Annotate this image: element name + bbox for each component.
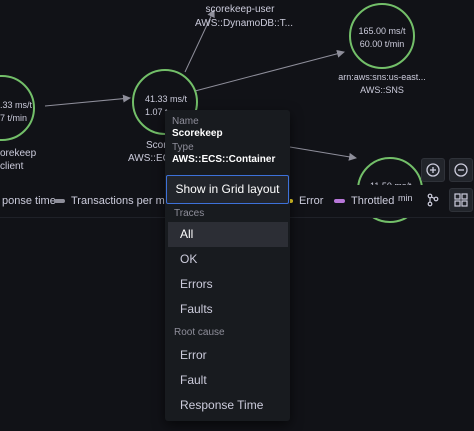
node-sns-latency: 165.00 ms/t bbox=[358, 26, 406, 36]
zoom-out-icon bbox=[454, 163, 468, 177]
zoom-out-button[interactable] bbox=[449, 158, 473, 182]
node-sns-stats[interactable]: 165.00 ms/t 60.00 t/min bbox=[346, 26, 418, 49]
traces-item-faults[interactable]: Faults bbox=[168, 297, 288, 322]
root-cause-item-error[interactable]: Error bbox=[168, 343, 288, 368]
node-client-latency: .33 ms/t bbox=[0, 100, 33, 110]
root-cause-item-fault[interactable]: Fault bbox=[168, 368, 288, 393]
legend-label: ponse time bbox=[2, 195, 56, 207]
root-cause-section-label: Root cause bbox=[174, 327, 225, 338]
show-in-grid-layout-button[interactable]: Show in Grid layout bbox=[166, 175, 289, 204]
traces-item-ok[interactable]: OK bbox=[168, 247, 288, 272]
node-dynamo-name: scorekeep-user bbox=[205, 4, 275, 15]
node-client-name: orekeep bbox=[0, 148, 37, 159]
node-client-type: client bbox=[0, 161, 24, 172]
legend-item-response-time[interactable]: ponse time bbox=[2, 195, 56, 207]
legend-label: Transactions per minu bbox=[71, 195, 180, 207]
node-sns-throughput: 60.00 t/min bbox=[359, 39, 405, 49]
legend-item-transactions[interactable]: Transactions per minu bbox=[54, 195, 179, 207]
legend-label: Throttled bbox=[351, 195, 395, 207]
legend-item-throttled[interactable]: Throttled bbox=[334, 195, 394, 207]
grid-layout-button[interactable] bbox=[449, 188, 473, 212]
traces-section-label: Traces bbox=[174, 208, 205, 219]
legend-swatch bbox=[334, 199, 345, 204]
node-container-latency: 41.33 ms/t bbox=[145, 94, 188, 104]
node-sns-type: AWS::SNS bbox=[360, 85, 404, 95]
node-sns-label[interactable]: arn:aws:sns:us-east... AWS::SNS bbox=[330, 72, 434, 95]
graph-layout-icon bbox=[427, 193, 439, 207]
legend-swatch bbox=[54, 199, 65, 204]
edge-container-sns bbox=[194, 49, 345, 92]
edge-client-container bbox=[44, 94, 131, 107]
type-value: AWS::ECS::Container bbox=[172, 154, 276, 165]
traces-item-all[interactable]: All bbox=[168, 222, 288, 247]
name-label: Name bbox=[172, 116, 199, 127]
node-bottom-throughput: min bbox=[398, 193, 413, 203]
legend-item-error[interactable]: Error bbox=[287, 195, 323, 207]
name-value: Scorekeep bbox=[172, 128, 223, 139]
node-context-menu: Name Scorekeep Type AWS::ECS::Container … bbox=[165, 110, 290, 421]
node-dynamo-label[interactable]: scorekeep-user AWS::DynamoDB::T... bbox=[195, 4, 293, 29]
graph-layout-button[interactable] bbox=[421, 188, 445, 212]
type-label: Type bbox=[172, 142, 194, 153]
edge-container-bottom bbox=[289, 146, 357, 161]
node-client-label[interactable]: orekeep client bbox=[0, 148, 36, 172]
zoom-in-icon bbox=[426, 163, 440, 177]
zoom-in-button[interactable] bbox=[421, 158, 445, 182]
node-client-stats[interactable]: .33 ms/t 7 t/min bbox=[0, 100, 32, 123]
grid-layout-icon bbox=[454, 193, 468, 207]
node-dynamo-type: AWS::DynamoDB::T... bbox=[195, 18, 293, 29]
traces-item-errors[interactable]: Errors bbox=[168, 272, 288, 297]
node-client-throughput: 7 t/min bbox=[0, 113, 28, 123]
legend-label: Error bbox=[299, 195, 324, 207]
root-cause-item-response-time[interactable]: Response Time bbox=[168, 393, 288, 418]
node-sns-name: arn:aws:sns:us-east... bbox=[338, 72, 426, 82]
